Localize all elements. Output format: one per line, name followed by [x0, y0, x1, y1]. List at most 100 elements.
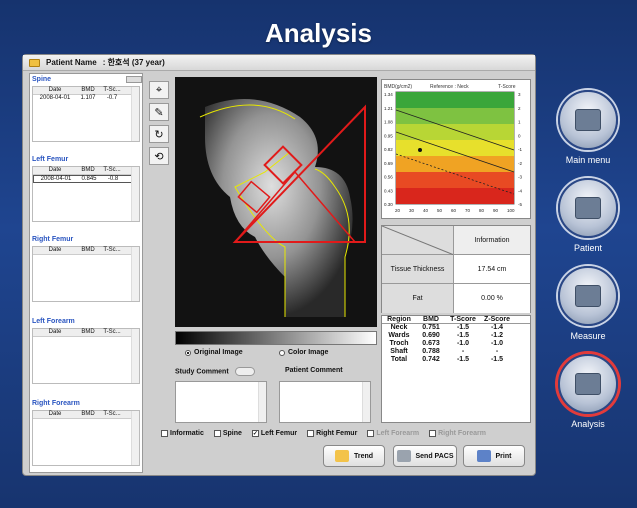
- x-tick-label: 70: [465, 208, 471, 213]
- region-cell: 0.673: [422, 340, 440, 347]
- reset-icon[interactable]: ⟲: [149, 147, 169, 165]
- x-tick-label: 80: [479, 208, 485, 213]
- femur-xray-svg: [175, 77, 377, 327]
- nav-measure[interactable]: Measure: [545, 266, 631, 354]
- chart-band: [396, 172, 514, 188]
- patient-icon: [575, 197, 601, 219]
- scrollbar[interactable]: [131, 411, 139, 465]
- chart-band: [396, 92, 514, 108]
- trend-label: Trend: [353, 452, 374, 460]
- chart-band: [396, 188, 514, 204]
- scrollbar[interactable]: [131, 87, 139, 141]
- history-table[interactable]: Date BMD T-Sc...: [32, 328, 140, 384]
- region-cell: -1.5: [490, 356, 504, 363]
- checkbox-spine[interactable]: Spine: [213, 429, 242, 437]
- nav-button[interactable]: [558, 178, 618, 238]
- region-row: Shaft 0.788 - -: [382, 348, 530, 356]
- table-row[interactable]: 2008-04-01 0.845 -0.8: [33, 175, 139, 183]
- radio-original[interactable]: [185, 349, 191, 356]
- tissue-thickness-label: Tissue Thickness: [382, 255, 454, 283]
- spine-toggle-button[interactable]: [126, 76, 142, 83]
- column-header: T-Sc...: [103, 247, 121, 253]
- nav-analysis[interactable]: Analysis: [545, 354, 631, 442]
- history-table[interactable]: Date BMD T-Sc...: [32, 246, 140, 302]
- history-table[interactable]: Date BMD T-Sc... 2008-04-01 0.845 -0.8: [32, 166, 140, 222]
- column-header: BMD: [81, 167, 95, 173]
- nav-label: Patient: [573, 243, 603, 253]
- t-tick-label: -4: [518, 188, 522, 193]
- region-cell: 0.788: [422, 348, 440, 355]
- printer-icon: [476, 450, 491, 462]
- column-header: Date: [48, 329, 62, 335]
- t-tick-label: 0: [518, 133, 521, 138]
- table-cell: 2008-04-01: [39, 95, 71, 101]
- trend-button[interactable]: Trend: [323, 445, 385, 467]
- radio-color[interactable]: [279, 349, 285, 356]
- checkbox-label: Right Femur: [316, 429, 358, 437]
- section-title: Left Forearm: [32, 318, 75, 325]
- region-cell: Troch: [389, 340, 409, 347]
- region-cell: -1.4: [490, 324, 504, 331]
- brush-icon[interactable]: ✎: [149, 103, 169, 121]
- scrollbar[interactable]: [131, 247, 139, 301]
- study-comment-label: Study Comment: [175, 367, 255, 376]
- region-cell: -1.0: [490, 340, 504, 347]
- patient-comment-box[interactable]: [279, 381, 371, 423]
- center-target-icon[interactable]: ⌖: [149, 81, 169, 99]
- t-tick-label: 2: [518, 106, 521, 111]
- study-comment-box[interactable]: [175, 381, 267, 423]
- history-table[interactable]: Date BMD T-Sc...: [32, 410, 140, 466]
- checkbox-right-femur[interactable]: Right Femur: [307, 429, 358, 437]
- section-title: Right Femur: [32, 236, 74, 243]
- column-header: T-Sc...: [103, 329, 121, 335]
- chart-title: Reference : Neck: [430, 84, 469, 90]
- chart-y-label: BMD(g/cm2): [384, 84, 412, 90]
- nav-button[interactable]: [558, 354, 618, 414]
- column-header: T-Sc...: [103, 411, 121, 417]
- send-pacs-button[interactable]: Send PACS: [393, 445, 457, 467]
- chart-tscore-label: T-Score: [498, 84, 516, 90]
- patient-bar: Patient Name : 한호석 (37 year): [23, 55, 535, 71]
- nav-button[interactable]: [558, 266, 618, 326]
- checkbox-left-femur[interactable]: ✓ Left Femur: [251, 429, 297, 437]
- femur-xray-image[interactable]: [175, 77, 377, 327]
- y-tick-label: 0.30: [384, 202, 393, 207]
- t-tick-label: 3: [518, 92, 521, 97]
- region-cell: 0.690: [422, 332, 440, 339]
- nav-patient[interactable]: Patient: [545, 178, 631, 266]
- region-column-header: Region: [387, 316, 411, 323]
- rotate-icon[interactable]: ↻: [149, 125, 169, 143]
- region-cell: -1.5: [456, 332, 470, 339]
- region-column-header: T-Score: [450, 316, 476, 323]
- region-table: Region BMD T-Score Z-Score Neck 0.751 -1.5 -1.4…: [381, 315, 531, 423]
- checkbox-box: ✓: [251, 429, 259, 437]
- region-row: Total 0.742 -1.5 -1.5: [382, 356, 530, 364]
- scrollbar[interactable]: [131, 167, 139, 221]
- nav-button[interactable]: [558, 90, 618, 150]
- scrollbar[interactable]: [131, 329, 139, 383]
- section-title: Left Femur: [32, 156, 69, 163]
- table-cell: 2008-04-01: [40, 176, 72, 182]
- edit-comment-button[interactable]: [234, 367, 255, 376]
- send-pacs-label: Send PACS: [415, 452, 454, 460]
- print-button[interactable]: Print: [463, 445, 525, 467]
- color-image-option[interactable]: Color Image: [279, 349, 328, 356]
- column-header: BMD: [81, 411, 95, 417]
- x-tick-label: 50: [437, 208, 443, 213]
- original-image-option[interactable]: Original Image: [185, 349, 243, 356]
- scanner-icon: [575, 285, 601, 307]
- color-image-label: Color Image: [288, 349, 329, 356]
- checkbox-box: [367, 429, 375, 437]
- folder-icon[interactable]: [29, 58, 40, 67]
- region-row: Troch 0.673 -1.0 -1.0: [382, 340, 530, 348]
- report-options: Informatic Spine ✓ Left Femur Right Femur Lef…: [161, 427, 533, 439]
- checkbox-informatic[interactable]: Informatic: [161, 429, 204, 437]
- chart-band: [396, 140, 514, 156]
- nav-main-menu[interactable]: Main menu: [545, 90, 631, 178]
- table-row[interactable]: 2008-04-01 1.107 -0.7: [33, 95, 139, 103]
- fat-value: 0.00 %: [454, 284, 530, 313]
- nav-label: Measure: [570, 331, 606, 341]
- checkbox-left-forearm: Left Forearm: [367, 429, 419, 437]
- region-cell: Neck: [390, 324, 408, 331]
- history-table[interactable]: Date BMD T-Sc... 2008-04-01 1.107 -0.7: [32, 86, 140, 142]
